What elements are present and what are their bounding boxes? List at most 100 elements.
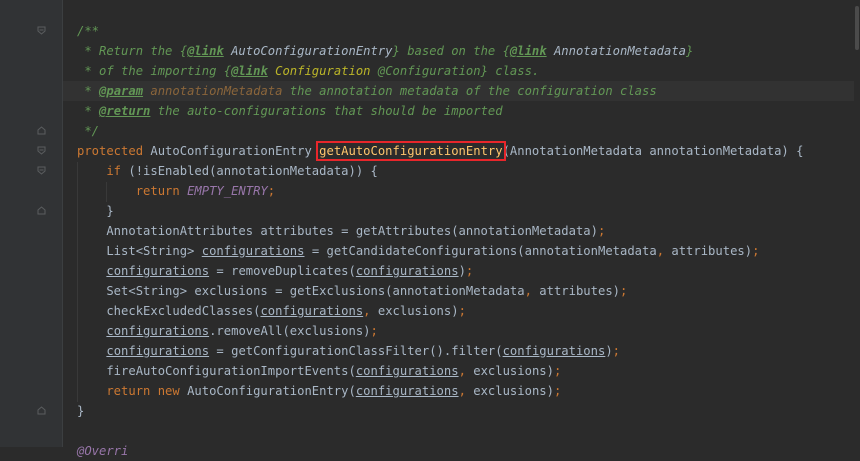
code-token: * of the importing {: [77, 64, 232, 78]
fold-end-icon[interactable]: [37, 206, 46, 215]
code-token: ,: [524, 284, 540, 298]
code-token: @link: [509, 44, 547, 58]
code-token: configurations: [260, 304, 364, 318]
code-token: ;: [267, 184, 276, 198]
code-token: configurations: [355, 364, 459, 378]
code-token: if: [77, 164, 129, 178]
code-line[interactable]: checkExcludedClasses(configurations, exc…: [77, 301, 466, 321]
code-token: ,: [458, 364, 474, 378]
code-token: (AnnotationMetadata annotationMetadata) …: [502, 144, 804, 158]
code-token: return: [77, 184, 188, 198]
code-token: @link: [231, 64, 268, 78]
code-token: AnnotationAttributes attributes = getAtt…: [77, 224, 598, 238]
code-line[interactable]: AnnotationAttributes attributes = getAtt…: [77, 221, 605, 241]
code-token: configurations: [201, 244, 305, 258]
code-token: attributes): [539, 284, 620, 298]
code-line[interactable]: */: [77, 121, 99, 141]
code-token: configurations: [106, 264, 210, 278]
gutter-separator: [62, 0, 63, 447]
code-token: return new: [77, 384, 188, 398]
code-token: @link: [187, 44, 224, 58]
vertical-scrollbar[interactable]: [854, 0, 860, 447]
code-token: */: [77, 124, 100, 138]
code-token: ;: [465, 264, 474, 278]
code-line[interactable]: * @return the auto-configurations that s…: [77, 101, 503, 121]
code-token: ;: [370, 324, 378, 338]
code-line[interactable]: configurations = getConfigurationClassFi…: [77, 341, 620, 361]
code-token: @param: [99, 84, 144, 98]
code-token: the annotation metadata of the configura…: [282, 84, 657, 98]
code-line[interactable]: }: [77, 401, 84, 421]
code-token: ): [458, 264, 466, 278]
code-token: AutoConfigurationEntry: [150, 144, 320, 158]
code-token: configurations: [106, 324, 210, 338]
code-token: configurations: [355, 384, 459, 398]
code-token: }: [77, 404, 85, 418]
code-token: @Configuration} class.: [370, 64, 540, 78]
code-token: EMPTY_ENTRY: [187, 184, 268, 198]
code-line[interactable]: configurations = removeDuplicates(config…: [77, 261, 473, 281]
code-line[interactable]: return EMPTY_ENTRY;: [77, 181, 275, 201]
code-token: *: [77, 84, 100, 98]
code-token: exclusions): [377, 304, 459, 318]
code-token: Set<String> exclusions = getExclusions(a…: [77, 284, 525, 298]
code-token: }: [686, 44, 694, 58]
scrollbar-thumb[interactable]: [855, 6, 859, 50]
code-token: exclusions): [473, 384, 554, 398]
code-token: configurations: [106, 344, 210, 358]
code-token: = getConfigurationClassFilter().filter(: [209, 344, 503, 358]
code-token: the auto-configurations that should be i…: [150, 104, 503, 118]
code-token: ;: [458, 304, 466, 318]
code-line[interactable]: * Return the {@link AutoConfigurationEnt…: [77, 41, 693, 61]
code-line[interactable]: fireAutoConfigurationImportEvents(config…: [77, 361, 561, 381]
code-token: ,: [656, 244, 672, 258]
editor-gutter: [0, 0, 62, 447]
code-line[interactable]: @Overri: [77, 441, 128, 461]
code-line[interactable]: protected AutoConfigurationEntry getAuto…: [77, 141, 803, 161]
code-token: ,: [458, 384, 474, 398]
fold-collapse-icon[interactable]: [37, 166, 46, 175]
fold-end-icon[interactable]: [37, 126, 46, 135]
code-token: = removeDuplicates(: [209, 264, 356, 278]
code-token: }: [77, 204, 114, 218]
code-token: = getCandidateConfigurations(annotationM…: [304, 244, 657, 258]
code-token: exclusions): [473, 364, 554, 378]
fold-collapse-icon[interactable]: [37, 146, 46, 155]
code-token: configurations: [502, 344, 606, 358]
code-token: ;: [612, 344, 621, 358]
code-token: ;: [620, 284, 628, 298]
code-token: AutoConfigurationEntry(: [187, 384, 356, 398]
code-line[interactable]: return new AutoConfigurationEntry(config…: [77, 381, 561, 401]
code-line[interactable]: if (!isEnabled(annotationMetadata)) {: [77, 161, 378, 181]
code-token: fireAutoConfigurationImportEvents(: [77, 364, 356, 378]
code-token: configurations: [355, 264, 459, 278]
code-token: ;: [597, 224, 606, 238]
code-token: ;: [553, 364, 562, 378]
code-token: annotationMetadata: [143, 84, 283, 98]
code-token: Configuration: [267, 64, 371, 78]
code-token: * Return the {: [77, 44, 188, 58]
code-token: List<String>: [77, 244, 202, 258]
code-line[interactable]: List<String> configurations = getCandida…: [77, 241, 759, 261]
code-token: AnnotationMetadata: [546, 44, 687, 58]
code-token: attributes): [671, 244, 753, 258]
code-line[interactable]: * of the importing {@link Configuration …: [77, 61, 539, 81]
code-token: @Overri: [77, 444, 129, 458]
code-editor[interactable]: /** * Return the {@link AutoConfiguratio…: [0, 0, 860, 458]
fold-collapse-icon[interactable]: [37, 26, 46, 35]
code-line[interactable]: }: [77, 201, 114, 221]
code-token: AutoConfigurationEntry: [223, 44, 393, 58]
code-line[interactable]: * @param annotationMetadata the annotati…: [77, 81, 657, 101]
code-token: ;: [752, 244, 760, 258]
code-token: ,: [363, 304, 378, 318]
code-line[interactable]: Set<String> exclusions = getExclusions(a…: [77, 281, 627, 301]
code-line[interactable]: /**: [77, 21, 99, 41]
fold-end-icon[interactable]: [37, 406, 46, 415]
code-token: @return: [99, 104, 151, 118]
code-token: ;: [553, 384, 562, 398]
code-line[interactable]: configurations.removeAll(exclusions);: [77, 321, 378, 341]
code-token: checkExcludedClasses(: [77, 304, 261, 318]
